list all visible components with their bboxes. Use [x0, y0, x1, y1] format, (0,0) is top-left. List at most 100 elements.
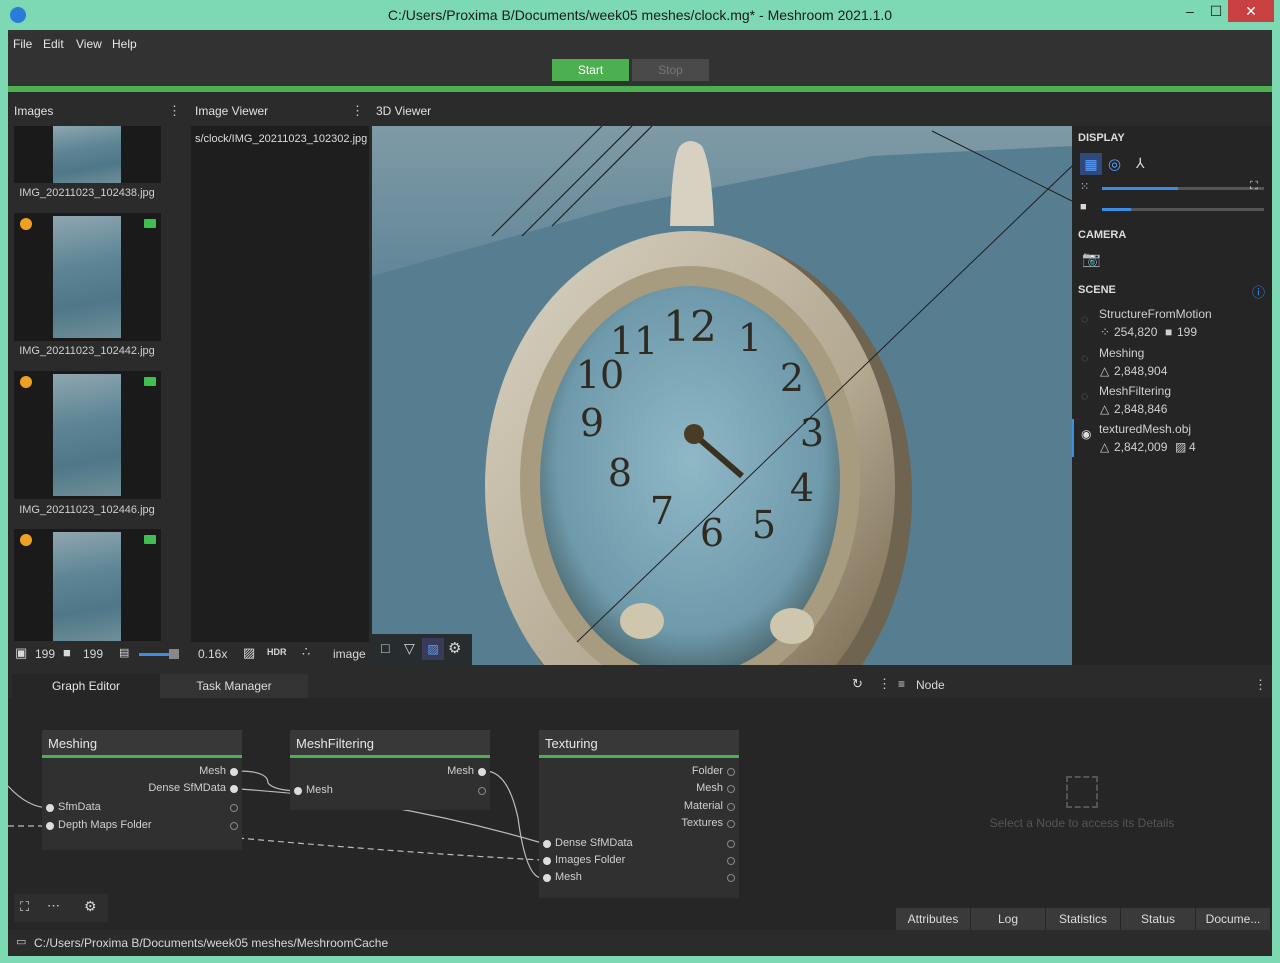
graph-menu-icon[interactable]: ⋮	[878, 676, 891, 692]
node-meshing[interactable]: Meshing Mesh Dense SfMData SfmData Depth…	[42, 730, 242, 850]
toolbar: Start Stop	[8, 58, 1272, 86]
tab-statistics[interactable]: Statistics	[1046, 908, 1120, 930]
layout-icon[interactable]: ⋯	[47, 898, 60, 914]
image-viewer-menu-icon[interactable]: ⋮	[351, 98, 364, 124]
image-mode[interactable]: image	[333, 647, 366, 661]
main-window: File Edit View Help Start Stop Images ⋮ …	[8, 30, 1272, 956]
close-button[interactable]: ✕	[1228, 0, 1274, 22]
node-title: Texturing	[539, 730, 739, 758]
output-port-label: Dense SfMData	[148, 782, 226, 794]
menu-file[interactable]: File	[13, 37, 32, 51]
tab-graph-editor[interactable]: Graph Editor	[12, 674, 160, 698]
slider-handle[interactable]	[169, 649, 179, 659]
input-port-dot[interactable]	[543, 874, 551, 882]
tab-documentation[interactable]: Docume...	[1196, 908, 1270, 930]
output-port-dot[interactable]	[478, 768, 486, 776]
hidden-eye-icon[interactable]: ◌	[1081, 351, 1088, 365]
output-port-dot[interactable]	[230, 822, 238, 830]
snapshot-camera-icon[interactable]: 📷	[1082, 250, 1101, 268]
input-port-dot[interactable]	[543, 857, 551, 865]
image-label: IMG_20211023_102446.jpg	[19, 504, 155, 516]
tab-task-manager[interactable]: Task Manager	[160, 674, 308, 698]
image-viewer-canvas[interactable]: s/clock/IMG_20211023_102302.jpg	[191, 126, 369, 642]
image-label: IMG_20211023_102442.jpg	[19, 345, 155, 357]
image-preview	[53, 216, 121, 338]
viewer3d-title: 3D Viewer	[376, 104, 432, 118]
output-port-dot[interactable]	[727, 820, 735, 828]
graph-canvas[interactable]: Meshing Mesh Dense SfMData SfmData Depth…	[8, 698, 892, 930]
node-menu-icon[interactable]: ⋮	[1254, 677, 1267, 693]
fit-icon[interactable]: ⛶	[1250, 180, 1258, 193]
scene-item[interactable]: ◌ StructureFromMotion ⁘ 254,820 ■ 199	[1072, 304, 1272, 342]
menu-view[interactable]: View	[76, 37, 102, 51]
image-viewer-header: Image Viewer ⋮	[191, 98, 369, 124]
output-port-dot[interactable]	[727, 840, 735, 848]
fit-view-icon[interactable]: ⛶	[20, 899, 29, 915]
images-menu-icon[interactable]: ⋮	[168, 98, 181, 124]
output-port-dot[interactable]	[727, 803, 735, 811]
axis-icon[interactable]: ⅄	[1136, 155, 1145, 172]
camera-badge-icon	[144, 535, 156, 544]
input-port-dot[interactable]	[46, 822, 54, 830]
cache-path[interactable]: C:/Users/Proxima B/Documents/week05 mesh…	[34, 936, 388, 950]
start-button[interactable]: Start	[552, 59, 629, 81]
node-meshfiltering[interactable]: MeshFiltering Mesh Mesh	[290, 730, 490, 810]
camera-scale-slider[interactable]	[1102, 208, 1264, 211]
node-title: MeshFiltering	[290, 730, 490, 758]
menu-help[interactable]: Help	[112, 37, 137, 51]
image-path: s/clock/IMG_20211023_102302.jpg	[195, 133, 368, 145]
menu-edit[interactable]: Edit	[43, 37, 64, 51]
scene-item[interactable]: ◌ MeshFiltering △ 2,848,846	[1072, 381, 1272, 419]
tab-log[interactable]: Log	[971, 908, 1045, 930]
bounding-box-icon[interactable]: □	[381, 640, 389, 656]
output-port-dot[interactable]	[727, 857, 735, 865]
viewer3d-canvas[interactable]: 12 1 2 3 4 5 6 7 8 9 10 11 □ ▽ ▨ ⚙	[372, 126, 1072, 665]
output-port-dot[interactable]	[478, 787, 486, 795]
textured-mesh-render: 12 1 2 3 4 5 6 7 8 9 10 11	[372, 126, 1072, 665]
output-port-dot[interactable]	[727, 874, 735, 882]
thumbnail-size-slider[interactable]	[139, 649, 179, 659]
graph-settings-icon[interactable]: ⚙	[84, 898, 97, 915]
features-icon[interactable]: ∴	[302, 644, 310, 660]
images-grid: IMG_20211023_102438.jpg IMG_20211023_102…	[8, 126, 188, 664]
node-texturing[interactable]: Texturing Folder Mesh Material Textures …	[539, 730, 739, 898]
images-panel-title: Images	[14, 104, 54, 118]
hidden-eye-icon[interactable]: ◌	[1081, 312, 1088, 326]
output-port-dot[interactable]	[727, 768, 735, 776]
output-port-dot[interactable]	[727, 785, 735, 793]
image-preview	[53, 374, 121, 496]
tab-status[interactable]: Status	[1121, 908, 1195, 930]
input-port-dot[interactable]	[543, 840, 551, 848]
stop-button[interactable]: Stop	[632, 59, 709, 81]
output-port-dot[interactable]	[230, 768, 238, 776]
output-port-label: Textures	[681, 817, 723, 829]
output-port-dot[interactable]	[230, 804, 238, 812]
visible-eye-icon[interactable]: ◉	[1081, 427, 1091, 441]
image-thumbnail[interactable]	[14, 529, 161, 641]
image-thumbnail[interactable]	[14, 126, 161, 183]
info-icon[interactable]: ⓘ	[1252, 282, 1265, 301]
warning-badge-icon	[20, 376, 32, 388]
hdr-button[interactable]: HDR	[267, 647, 287, 657]
input-port-dot[interactable]	[294, 787, 302, 795]
refresh-icon[interactable]: ↻	[852, 676, 863, 692]
grid-icon[interactable]: ▦	[1080, 153, 1102, 175]
point-size-slider[interactable]	[1102, 187, 1264, 190]
origin-icon[interactable]: ◎	[1108, 155, 1121, 173]
image-thumbnail[interactable]	[14, 213, 161, 341]
scene-item-selected[interactable]: ◉ texturedMesh.obj △ 2,842,009 ▨ 4	[1072, 419, 1272, 457]
node-placeholder-icon	[1066, 776, 1098, 808]
node-panel: ≡ Node ⋮ Select a Node to access its Det…	[892, 672, 1272, 930]
image-thumbnail[interactable]	[14, 371, 161, 499]
scene-item-stats: 2,848,904	[1114, 364, 1168, 378]
filter-icon[interactable]: ▽	[404, 640, 415, 657]
channels-icon[interactable]: ▨	[243, 645, 255, 661]
hidden-eye-icon[interactable]: ◌	[1081, 389, 1088, 403]
input-port-label: Mesh	[555, 871, 582, 883]
settings-gear-icon[interactable]: ⚙	[448, 639, 461, 657]
input-port-dot[interactable]	[46, 804, 54, 812]
tab-attributes[interactable]: Attributes	[896, 908, 970, 930]
wireframe-icon[interactable]: ▨	[422, 638, 444, 660]
output-port-dot[interactable]	[230, 785, 238, 793]
scene-item[interactable]: ◌ Meshing △ 2,848,904	[1072, 343, 1272, 381]
